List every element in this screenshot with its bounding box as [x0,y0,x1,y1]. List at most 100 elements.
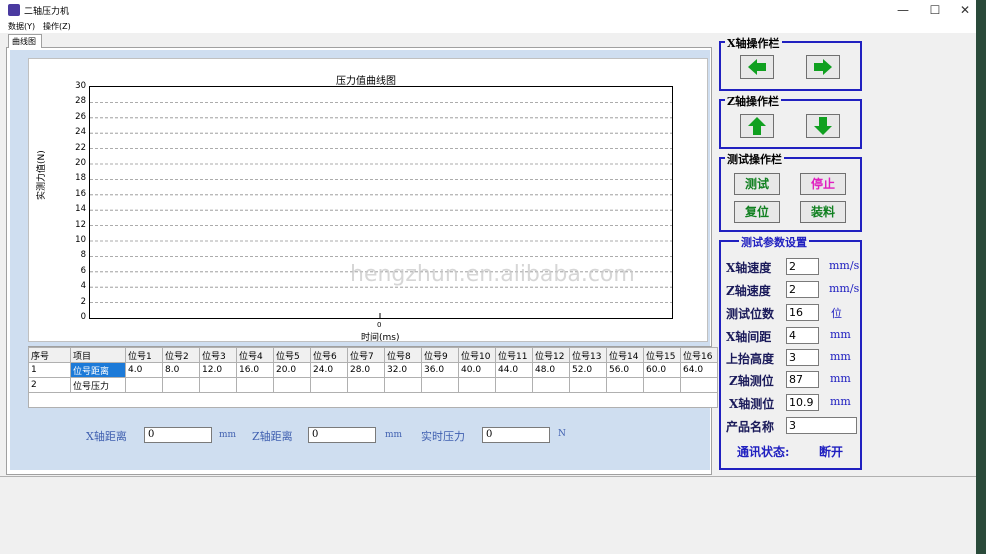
table-cell[interactable]: 52.0 [569,362,607,378]
z-pos-field[interactable]: 87 [786,371,819,388]
chart-title: 压力值曲线图 [336,76,396,87]
menu-bar: 数据(Y) 操作(Z) [0,20,976,33]
pressure-label: 实时压力 [421,430,465,443]
z-speed-label: Z轴速度 [726,284,771,298]
table-header-cell: 位号13 [569,347,607,363]
title-bar: 二轴压力机 — ☐ ✕ [0,0,976,20]
stop-button[interactable]: 停止 [800,173,846,195]
table-cell[interactable] [569,377,607,393]
table-cell[interactable]: 4.0 [125,362,163,378]
table-cell[interactable]: 44.0 [495,362,533,378]
product-field[interactable]: 3 [786,417,857,434]
y-tick-label: 26 [75,111,86,122]
table-cell[interactable]: 位号压力 [70,377,126,393]
z-down-button[interactable] [806,114,840,138]
table-cell[interactable] [125,377,163,393]
pressure-field[interactable]: 0 [482,427,550,443]
z-speed-field[interactable]: 2 [786,281,819,298]
table-cell[interactable]: 32.0 [384,362,422,378]
table-header-cell: 位号4 [236,347,274,363]
arrow-up-icon [748,117,766,135]
table-cell[interactable]: 12.0 [199,362,237,378]
table-header-cell: 位号16 [680,347,718,363]
table-cell[interactable] [273,377,311,393]
table-cell[interactable]: 1 [28,362,71,378]
lift-unit: mm [830,350,851,363]
load-button[interactable]: 装料 [800,201,846,223]
table-cell[interactable] [495,377,533,393]
table-cell[interactable]: 56.0 [606,362,644,378]
table-cell[interactable] [421,377,459,393]
y-tick-label: 20 [75,158,86,168]
table-cell[interactable] [643,377,681,393]
y-tick-label: 0 [80,312,86,322]
table-header-cell: 位号14 [606,347,644,363]
table-cell[interactable]: 36.0 [421,362,459,378]
table-header-cell: 位号1 [125,347,163,363]
z-distance-field[interactable]: 0 [308,427,376,443]
table-cell[interactable] [347,377,385,393]
comm-status-value: 断开 [819,445,844,459]
y-tick-label: 22 [75,142,86,153]
table-cell[interactable]: 64.0 [680,362,718,378]
table-header-cell: 位号15 [643,347,681,363]
y-axis-label: 实测力值(N) [37,150,47,200]
table-cell[interactable] [532,377,570,393]
test-button[interactable]: 测试 [734,173,780,195]
table-cell[interactable] [680,377,718,393]
y-tick-label: 4 [80,281,86,292]
table-cell[interactable]: 2 [28,377,71,393]
y-tick-label: 2 [80,296,86,307]
x-speed-label: X轴速度 [726,261,772,275]
table-header-cell: 位号2 [162,347,200,363]
table-header-cell: 位号7 [347,347,385,363]
y-tick-label: 24 [75,127,86,138]
table-row: 1 位号距离 4.0 8.0 12.0 16.0 20.0 24.0 28.0 32.0 36.0 4… [28,362,718,378]
z-distance-label: Z轴距离 [252,430,293,443]
data-table: 序号 项目 位号1 位号2 位号3 位号4 位号5 位号6 位号7 位号8 位号9 位号10 位号11 位… [28,347,718,408]
x-tick-label: 0 [377,321,382,329]
table-cell[interactable]: 20.0 [273,362,311,378]
product-label: 产品名称 [726,420,775,434]
minimize-button[interactable]: — [888,0,918,20]
comm-status-label: 通讯状态: [737,445,790,459]
reset-button[interactable]: 复位 [734,201,780,223]
menu-data[interactable]: 数据(Y) [8,21,35,32]
test-count-field[interactable]: 16 [786,304,819,321]
table-header-cell: 位号6 [310,347,348,363]
menu-operate[interactable]: 操作(Z) [43,21,71,32]
arrow-down-icon [814,117,832,135]
table-header-row: 序号 项目 位号1 位号2 位号3 位号4 位号5 位号6 位号7 位号8 位号9 位号10 位号11 位… [28,347,718,363]
window-title: 二轴压力机 [24,7,70,17]
tab-curve[interactable]: 曲线图 [8,34,42,48]
x-pos-field[interactable]: 10.9 [786,394,819,411]
table-cell[interactable]: 位号距离 [70,362,126,378]
maximize-button[interactable]: ☐ [920,0,950,20]
z-distance-unit: mm [385,430,403,440]
table-cell[interactable] [236,377,274,393]
lift-field[interactable]: 3 [786,349,819,366]
x-distance-field[interactable]: 0 [144,427,212,443]
close-button[interactable]: ✕ [950,0,980,20]
status-area [0,476,976,554]
table-cell[interactable] [310,377,348,393]
table-cell[interactable] [384,377,422,393]
table-cell[interactable]: 48.0 [532,362,570,378]
table-cell[interactable] [606,377,644,393]
x-speed-field[interactable]: 2 [786,258,819,275]
x-left-button[interactable] [740,55,774,79]
table-cell[interactable]: 8.0 [162,362,200,378]
table-cell[interactable] [162,377,200,393]
x-gap-field[interactable]: 4 [786,327,819,344]
table-cell[interactable]: 60.0 [643,362,681,378]
table-cell[interactable]: 28.0 [347,362,385,378]
z-up-button[interactable] [740,114,774,138]
table-cell[interactable]: 40.0 [458,362,496,378]
table-cell[interactable] [199,377,237,393]
table-cell[interactable]: 16.0 [236,362,274,378]
table-header-cell: 位号8 [384,347,422,363]
table-cell[interactable] [458,377,496,393]
x-right-button[interactable] [806,55,840,79]
table-cell[interactable]: 24.0 [310,362,348,378]
y-tick-label: 28 [75,96,86,107]
